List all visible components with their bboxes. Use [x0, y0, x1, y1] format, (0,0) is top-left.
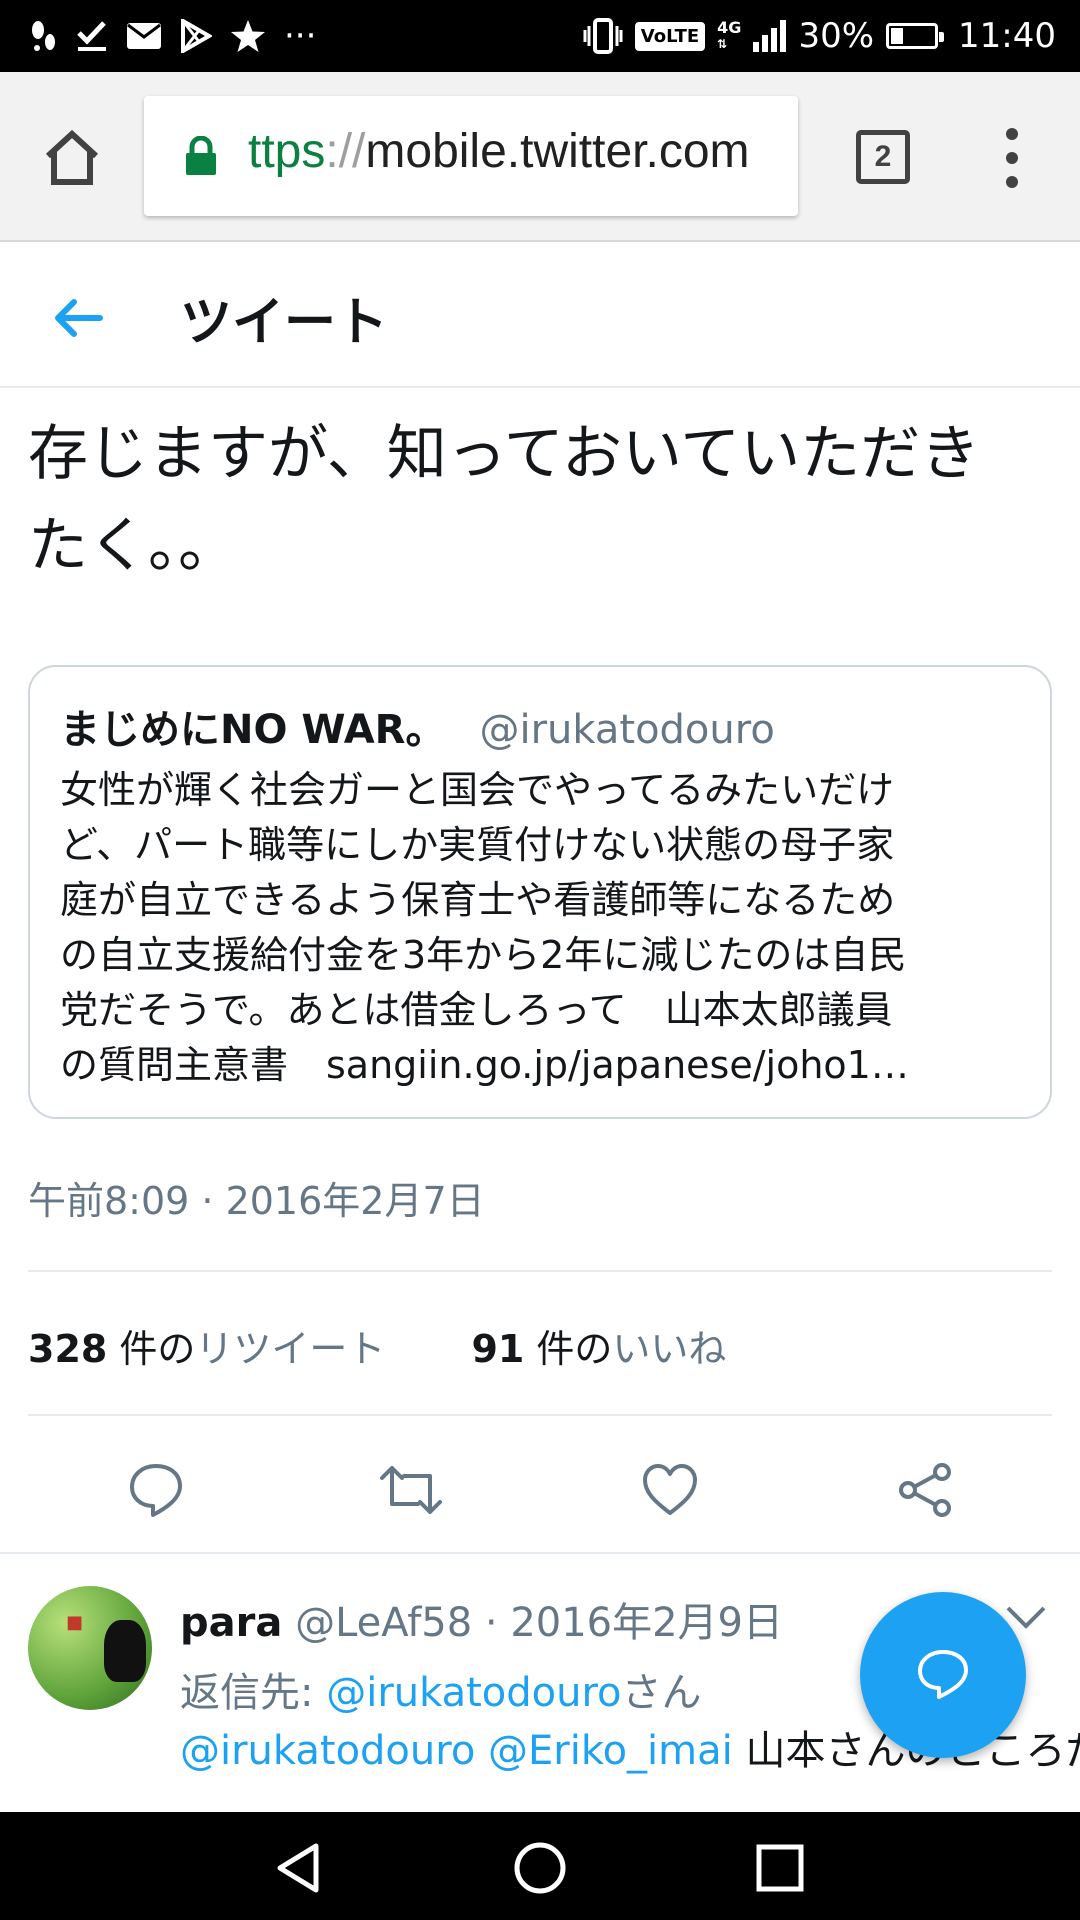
square-recents-icon [756, 1844, 804, 1892]
footprint-icon [28, 16, 58, 56]
system-indicators: VoLTE 4G ⇅ 30% 11:40 [583, 14, 1056, 58]
tweet-stats: 328 件のリツイート 91 件のいいね [28, 1318, 726, 1378]
tab-switcher-button[interactable]: 2 [856, 130, 910, 184]
vibrate-icon [583, 16, 623, 56]
compose-reply-button[interactable] [860, 1592, 1026, 1758]
star-icon [230, 16, 266, 56]
mention-link[interactable]: @irukatodouro [180, 1728, 475, 1774]
quoted-line: の質問主意書 sangiin.go.jp/japanese/joho1… [60, 1043, 909, 1087]
reply-button[interactable] [126, 1460, 186, 1520]
quoted-line: の自立支援給付金を3年から2年に減じたのは自民 [60, 933, 907, 977]
like-button[interactable] [640, 1460, 700, 1520]
back-arrow-icon [55, 299, 103, 337]
home-button[interactable] [40, 126, 104, 190]
overflow-menu-button[interactable] [1000, 128, 1024, 188]
reply-bubble-icon [918, 1650, 968, 1699]
tweet-text-line: 存じますが、知っておいていただき [28, 419, 981, 489]
retweet-count[interactable]: 328 件のリツイート [28, 1318, 385, 1378]
tweet-text-line: たく。。 [28, 511, 238, 581]
nav-home-button[interactable] [512, 1840, 568, 1896]
url-text[interactable]: ttps://mobile.twitter.com [248, 124, 750, 179]
divider [28, 1270, 1052, 1272]
share-button[interactable] [896, 1460, 956, 1520]
quoted-line: 庭が自立できるよう保育士や看護師等になるため [60, 878, 896, 922]
tweet-timestamp[interactable]: 午前8:09 · 2016年2月7日 [28, 1170, 485, 1225]
avatar[interactable]: ■ [28, 1586, 152, 1710]
clock: 11:40 [958, 16, 1056, 56]
triangle-back-icon [277, 1843, 319, 1893]
notification-icons: ··· [28, 14, 316, 58]
quoted-line: ど、パート職等にしか実質付けない状態の母子家 [60, 823, 895, 867]
reply-icon [130, 1464, 182, 1517]
lock-icon [184, 135, 218, 176]
tweet-header: ツイート [0, 244, 1080, 388]
like-count[interactable]: 91 件のいいね [471, 1318, 726, 1378]
home-icon [45, 129, 99, 185]
quoted-tweet-body: 女性が輝く社会ガーと国会でやってるみたいだけ ど、パート職等にしか実質付けない状… [60, 763, 1020, 1093]
check-icon [76, 16, 108, 56]
tweet-actions [0, 1446, 1080, 1538]
quoted-tweet[interactable]: まじめにNO WAR。 @irukatodouro 女性が輝く社会ガーと国会でや… [28, 665, 1052, 1119]
reply-header: para @LeAf58 · 2016年2月9日 [180, 1590, 783, 1648]
nav-recents-button[interactable] [752, 1840, 808, 1896]
reply-to-link[interactable]: @irukatodouro [326, 1670, 621, 1716]
browser-toolbar: ttps://mobile.twitter.com 2 [0, 72, 1080, 242]
page-title: ツイート [180, 293, 389, 353]
status-bar: ··· VoLTE 4G ⇅ 30% 11:40 [0, 0, 1080, 72]
nav-back-button[interactable] [272, 1840, 328, 1896]
play-store-icon [180, 16, 212, 56]
url-bar[interactable]: ttps://mobile.twitter.com [144, 96, 798, 216]
back-button[interactable] [48, 288, 108, 348]
tweet-text: 日台用いてオフファーがあったこ 存じますが、知っておいていただき たく。。 [28, 388, 1058, 592]
quoted-author-name: まじめにNO WAR。 [60, 707, 446, 753]
quoted-line: 女性が輝く社会ガーと国会でやってるみたいだけ [60, 768, 895, 812]
tweet-text-line: 日台用いてオフファーがあったこ [28, 388, 1058, 408]
navigation-bar [0, 1812, 1080, 1920]
avatar-mark-icon: ■ [66, 1612, 84, 1633]
au-mail-icon [126, 16, 162, 56]
more-dots-icon: ··· [284, 16, 317, 56]
retweet-button[interactable] [378, 1460, 442, 1520]
reply-author-name[interactable]: para [180, 1600, 282, 1646]
share-icon [899, 1463, 951, 1517]
circle-home-icon [514, 1842, 566, 1894]
quoted-author-handle: @irukatodouro [479, 707, 775, 753]
quoted-line: 党だそうで。あとは借金しろって 山本太郎議員 [60, 988, 893, 1032]
network-type: 4G ⇅ [717, 18, 742, 52]
reply-author-handle[interactable]: @LeAf58 [295, 1600, 472, 1646]
cat-icon [104, 1620, 146, 1682]
mention-link[interactable]: @Eriko_imai [488, 1728, 733, 1774]
retweet-icon [380, 1466, 442, 1514]
divider [28, 1414, 1052, 1416]
battery-percent: 30% [798, 16, 875, 56]
signal-icon [753, 20, 787, 52]
reply-to: 返信先: @irukatodouroさん [180, 1670, 702, 1716]
volte-badge: VoLTE [634, 21, 706, 51]
heart-icon [643, 1464, 697, 1515]
battery-icon [886, 23, 945, 49]
reply-date: · 2016年2月9日 [472, 1600, 784, 1646]
